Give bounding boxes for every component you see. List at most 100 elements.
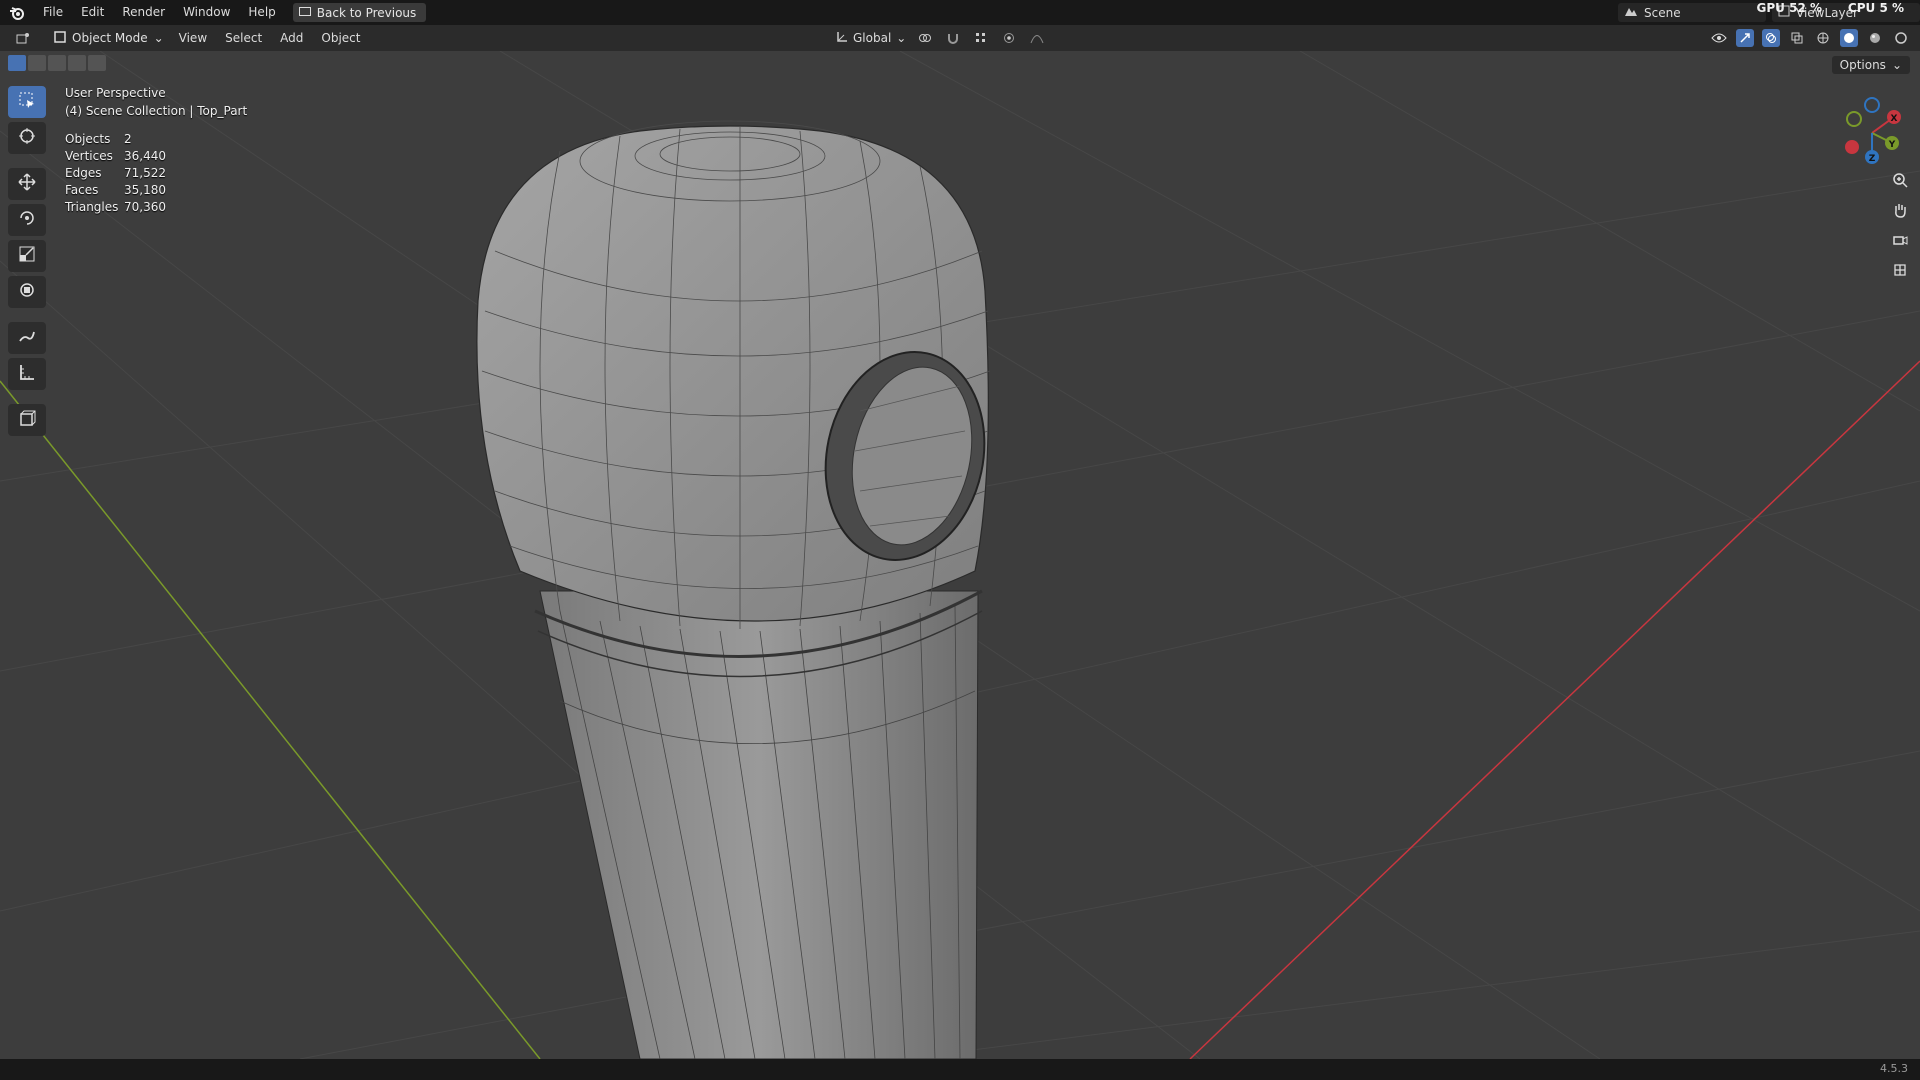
view-perspective-label: User Perspective [65,86,166,100]
object-mode-icon [54,30,66,46]
scene-selector[interactable]: Scene [1618,3,1766,22]
stat-row: Triangles 70,360 [65,200,166,214]
gpu-usage: GPU 52 % [1756,1,1822,15]
select-invert-button[interactable] [68,55,86,71]
cursor-tool[interactable] [8,122,46,154]
camera-icon [1892,232,1908,252]
menu-edit[interactable]: Edit [72,0,113,25]
mode-label: Object Mode [72,31,148,45]
tool-shelf [8,86,46,436]
select-extend-button[interactable] [28,55,46,71]
menu-help[interactable]: Help [239,0,284,25]
gizmo-y-label: Y [1888,140,1896,150]
wireframe-shading-icon[interactable] [1814,29,1832,47]
falloff-curve-icon[interactable] [1028,29,1046,47]
scene-statistics: Objects 2 Vertices 36,440 Edges 71,522 Face… [65,132,166,217]
pan-button[interactable] [1888,200,1912,224]
menu-window[interactable]: Window [174,0,239,25]
selection-mode-group [8,55,106,71]
stat-row: Objects 2 [65,132,132,146]
y-axis-line [0,380,541,1059]
menu-view[interactable]: View [170,25,216,51]
chevron-down-icon: ⌄ [896,31,907,45]
cursor-icon [18,127,36,149]
select-intersect-button[interactable] [88,55,106,71]
gizmo-toggle-icon[interactable] [1736,29,1754,47]
blender-logo-icon[interactable] [0,0,34,25]
snap-magnet-icon[interactable] [944,29,962,47]
move-icon [18,173,36,195]
scene-icon [1624,5,1638,20]
annotate-icon [18,327,36,349]
options-label: Options [1839,58,1886,72]
move-tool[interactable] [8,168,46,200]
select-set-new-button[interactable] [8,55,26,71]
viewport-header: Object Mode ⌄ View Select Add Object Glo… [0,25,1920,51]
3d-viewport[interactable]: User Perspective (4) Scene Collection | … [0,51,1920,1059]
toggle-perspective-button[interactable] [1888,260,1912,284]
zoom-icon [1892,172,1908,192]
orientation-axes-icon [836,31,848,46]
annotate-tool[interactable] [8,322,46,354]
x-axis-line [1189,360,1920,1059]
measure-tool[interactable] [8,358,46,390]
select-box-icon [18,91,36,113]
cpu-usage: CPU 5 % [1847,1,1904,15]
menu-render[interactable]: Render [113,0,174,25]
transform-orientation-dropdown[interactable]: Global ⌄ [836,31,906,46]
scene-name: Scene [1644,5,1681,20]
mode-dropdown[interactable]: Object Mode ⌄ [48,28,170,48]
menu-add[interactable]: Add [271,25,312,51]
measure-icon [18,363,36,385]
status-bar: 4.5.3 [0,1059,1920,1080]
top-menu-bar: File Edit Render Window Help Back to Pre… [0,0,1920,25]
pivot-point-icon[interactable] [916,29,934,47]
gizmo-neg-z-icon[interactable] [1864,97,1880,113]
chevron-down-icon: ⌄ [1891,58,1902,72]
select-box-tool[interactable] [8,86,46,118]
back-to-previous-button[interactable]: Back to Previous [292,3,427,22]
transform-tool[interactable] [8,276,46,308]
hand-icon [1892,202,1908,222]
editor-type-icon[interactable] [14,29,32,47]
menu-select[interactable]: Select [216,25,271,51]
options-dropdown[interactable]: Options ⌄ [1831,56,1910,74]
add-cube-tool[interactable] [8,404,46,436]
rotate-tool[interactable] [8,204,46,236]
navigation-buttons [1888,170,1912,284]
scale-tool[interactable] [8,240,46,272]
select-subtract-button[interactable] [48,55,66,71]
menu-object[interactable]: Object [312,25,369,51]
gizmo-z-label: Z [1869,154,1876,164]
gizmo-x-label: X [1891,114,1898,124]
rendered-shading-icon[interactable] [1892,29,1910,47]
transform-icon [18,281,36,303]
menu-file[interactable]: File [34,0,72,25]
solid-shading-icon[interactable] [1840,29,1858,47]
visibility-eye-icon[interactable] [1710,29,1728,47]
overlays-toggle-icon[interactable] [1762,29,1780,47]
grid-icon [1892,262,1908,282]
proportional-editing-icon[interactable] [1000,29,1018,47]
mesh-object-top-part[interactable] [476,120,1003,1059]
add-cube-icon [18,409,36,431]
zoom-button[interactable] [1888,170,1912,194]
viewport-info-overlay: User Perspective (4) Scene Collection | … [65,86,247,122]
gizmo-neg-x-icon[interactable] [1845,140,1859,154]
active-collection-label: (4) Scene Collection | Top_Part [65,104,248,118]
xray-toggle-icon[interactable] [1788,29,1806,47]
material-shading-icon[interactable] [1866,29,1884,47]
gizmo-neg-y-icon[interactable] [1846,111,1862,127]
stat-row: Vertices 36,440 [65,149,166,163]
scale-icon [18,245,36,267]
navigation-gizmo[interactable]: X Y Z [1832,93,1912,173]
stat-row: Edges 71,522 [65,166,166,180]
rotate-icon [18,209,36,231]
viewport-scene [0,51,1920,1059]
back-to-previous-label: Back to Previous [316,5,417,20]
camera-view-button[interactable] [1888,230,1912,254]
snap-grid-icon[interactable] [972,29,990,47]
stat-row: Faces 35,180 [65,183,166,197]
screen-icon [298,6,311,20]
chevron-down-icon: ⌄ [153,31,164,45]
